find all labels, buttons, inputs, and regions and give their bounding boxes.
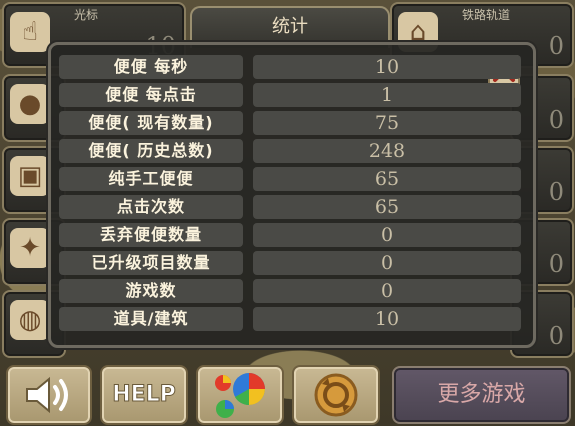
- bucket-icon: ◍: [10, 300, 50, 340]
- stat-label: 便便 每秒: [59, 55, 243, 79]
- cow-icon: ✦: [10, 228, 50, 268]
- store-item-name: 光标: [74, 8, 99, 22]
- store-item-name: 铁路轨道: [462, 8, 511, 22]
- stat-label: 游戏数: [59, 279, 243, 303]
- stat-row-poop-per-click: 便便 每点击 1: [59, 83, 521, 107]
- refresh-button[interactable]: [292, 365, 380, 425]
- stat-label: 便便 每点击: [59, 83, 243, 107]
- stat-row-poop-current: 便便( 现有数量) 75: [59, 111, 521, 135]
- pie-chart-icon: [215, 373, 265, 418]
- stat-row-click-count: 点击次数 65: [59, 195, 521, 219]
- cookie-icon: ●: [10, 84, 50, 124]
- stat-value: 248: [253, 139, 521, 163]
- stat-label: 点击次数: [59, 195, 243, 219]
- hand-pointer-icon: ☝: [10, 12, 50, 52]
- stat-value: 1: [253, 83, 521, 107]
- store-item-count: 0: [548, 322, 564, 350]
- stats-panel: 便便 每秒 10 便便 每点击 1 便便( 现有数量) 75 便便( 历史总数)…: [48, 42, 536, 348]
- sound-button[interactable]: [6, 365, 92, 425]
- recycle-icon: [314, 373, 358, 417]
- toilet-icon: ▣: [10, 156, 50, 196]
- stat-value: 0: [253, 279, 521, 303]
- stat-label: 纯手工便便: [59, 167, 243, 191]
- stat-row-buildings: 道具/建筑 10: [59, 307, 521, 331]
- store-item-count: 0: [548, 250, 564, 278]
- stat-row-games: 游戏数 0: [59, 279, 521, 303]
- stat-label: 丢弃便便数量: [59, 223, 243, 247]
- stat-label: 已升级项目数量: [59, 251, 243, 275]
- help-label: HELP: [112, 382, 177, 408]
- stat-row-handmade-poop: 纯手工便便 65: [59, 167, 521, 191]
- speaker-icon: [26, 376, 68, 414]
- stat-value: 0: [253, 223, 521, 247]
- store-item-count: 0: [548, 178, 564, 206]
- help-button[interactable]: HELP: [100, 365, 188, 425]
- store-item-count: 0: [548, 32, 564, 60]
- stat-value: 0: [253, 251, 521, 275]
- stat-row-discarded-poop: 丢弃便便数量 0: [59, 223, 521, 247]
- stat-value: 75: [253, 111, 521, 135]
- store-item-count: 0: [548, 106, 564, 134]
- stat-row-upgrades: 已升级项目数量 0: [59, 251, 521, 275]
- more-games-button[interactable]: 更多游戏: [392, 366, 571, 424]
- stats-button[interactable]: [196, 365, 284, 425]
- stat-row-poop-total: 便便( 历史总数) 248: [59, 139, 521, 163]
- stat-value: 10: [253, 307, 521, 331]
- stat-label: 便便( 历史总数): [59, 139, 243, 163]
- stat-row-poop-per-second: 便便 每秒 10: [59, 55, 521, 79]
- stat-label: 便便( 现有数量): [59, 111, 243, 135]
- stat-label: 道具/建筑: [59, 307, 243, 331]
- stat-value: 10: [253, 55, 521, 79]
- stat-value: 65: [253, 167, 521, 191]
- stat-value: 65: [253, 195, 521, 219]
